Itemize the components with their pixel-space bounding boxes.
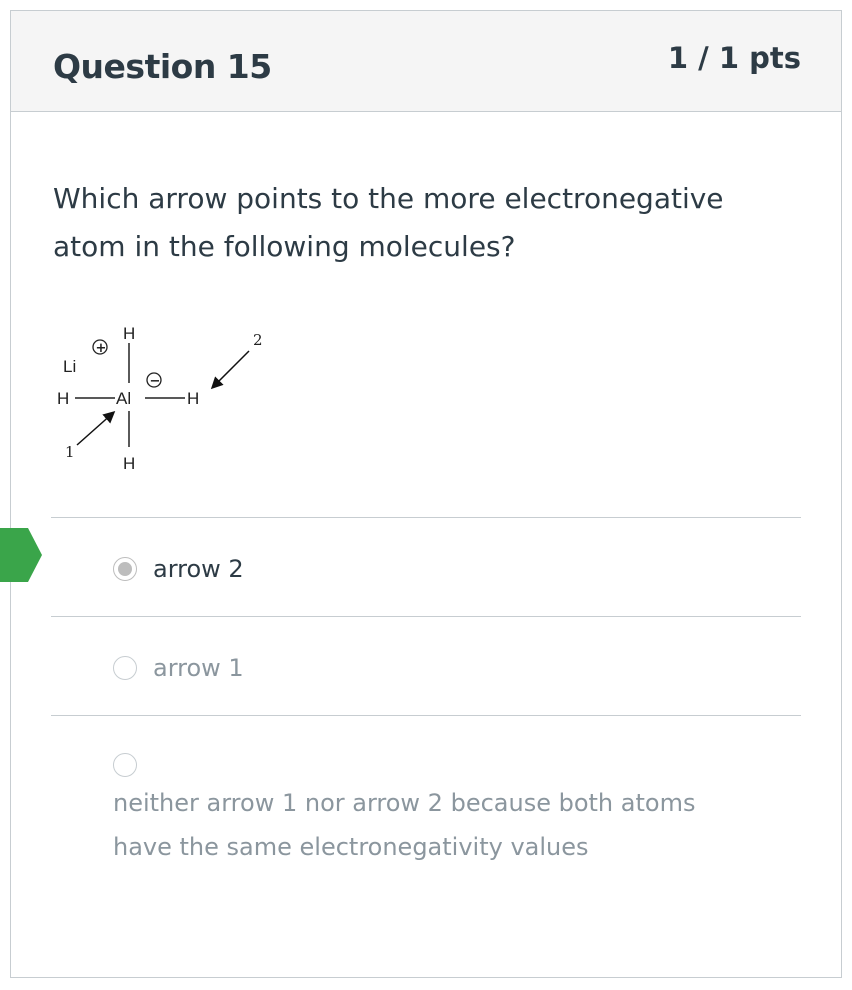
positive-charge-sign: + bbox=[96, 341, 107, 356]
answer-option[interactable]: arrow 1 bbox=[51, 641, 801, 701]
radio-selected-icon[interactable] bbox=[113, 557, 137, 581]
atom-h-top: H bbox=[123, 324, 135, 343]
question-text: Which arrow points to the more electrone… bbox=[53, 182, 724, 263]
arrow-1-label: 1 bbox=[65, 443, 75, 461]
atom-al: Al bbox=[116, 389, 131, 408]
question-card: Question 15 1 / 1 pts Which arrow points… bbox=[10, 10, 842, 978]
radio-icon[interactable] bbox=[113, 656, 137, 680]
question-points: 1 / 1 pts bbox=[667, 41, 801, 75]
question-header: Question 15 1 / 1 pts bbox=[11, 11, 841, 112]
answer-option[interactable]: neither arrow 1 nor arrow 2 because both… bbox=[51, 741, 801, 881]
negative-charge-sign: − bbox=[150, 374, 161, 389]
answer-label: arrow 2 bbox=[153, 555, 244, 583]
question-title: Question 15 bbox=[53, 47, 272, 86]
divider bbox=[51, 616, 801, 617]
arrow-2 bbox=[210, 350, 250, 390]
answer-label: arrow 1 bbox=[153, 654, 244, 682]
atom-h-right: H bbox=[187, 389, 199, 408]
divider bbox=[51, 517, 801, 518]
atom-h-left: H bbox=[57, 389, 69, 408]
arrow-2-label: 2 bbox=[253, 331, 263, 349]
divider bbox=[51, 715, 801, 716]
atom-h-bottom: H bbox=[123, 454, 135, 473]
atom-li: Li bbox=[63, 357, 76, 376]
molecule-diagram: H Li H Al H H + − 1 2 bbox=[57, 324, 263, 473]
correct-answer-flag-icon bbox=[0, 528, 42, 582]
answer-option[interactable]: arrow 2 bbox=[51, 541, 801, 601]
arrow-1 bbox=[76, 411, 116, 446]
answer-label: neither arrow 1 nor arrow 2 because both… bbox=[113, 789, 696, 861]
radio-icon[interactable] bbox=[113, 753, 137, 777]
